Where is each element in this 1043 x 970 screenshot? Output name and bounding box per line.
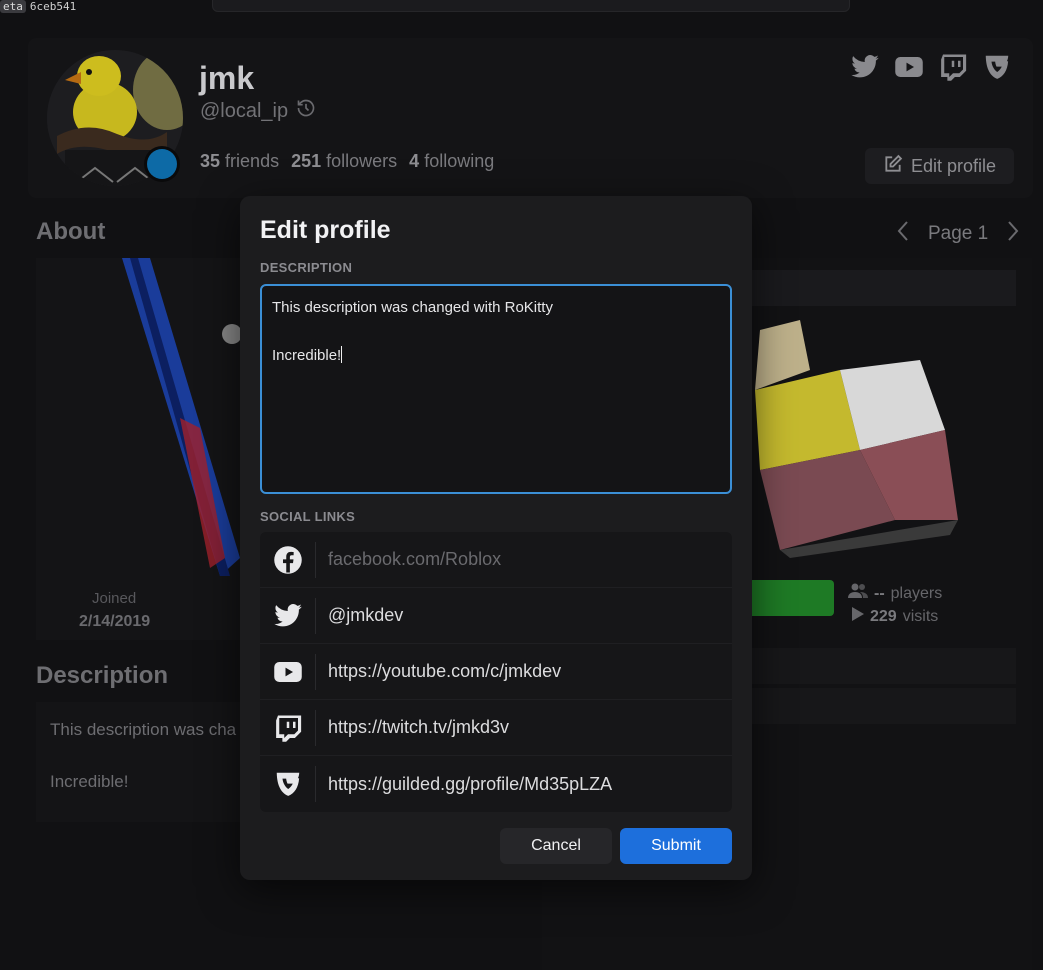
social-link-twitter <box>260 588 732 644</box>
twitch-link-input[interactable] <box>316 700 732 755</box>
social-links-list <box>260 532 732 812</box>
description-line <box>272 320 720 344</box>
twitter-icon <box>260 597 316 634</box>
username: @local_ip <box>200 98 316 124</box>
youtube-link-input[interactable] <box>316 644 732 699</box>
description-text-line1: This description was cha <box>50 720 237 739</box>
guilded-icon <box>260 766 316 802</box>
description-label: DESCRIPTION <box>260 260 353 275</box>
game-info-row <box>740 688 1016 724</box>
profile-stats: 35 friends 251 followers 4 following <box>200 151 494 172</box>
display-name: jmk <box>199 60 255 96</box>
page-label: Page 1 <box>928 223 989 244</box>
followers-stat[interactable]: 251 followers <box>291 151 397 172</box>
twitch-icon <box>260 709 316 746</box>
username-text: @local_ip <box>200 99 289 122</box>
online-status-indicator <box>144 146 180 182</box>
social-link-twitch <box>260 700 732 756</box>
visits-count: 229 visits <box>852 607 938 626</box>
pagination: Page 1 <box>896 220 1020 248</box>
social-link-guilded <box>260 756 732 812</box>
edit-profile-label: Edit profile <box>910 155 997 176</box>
guilded-icon[interactable] <box>982 52 1012 82</box>
edit-profile-modal: Edit profile DESCRIPTION This descriptio… <box>240 196 752 880</box>
friends-stat[interactable]: 35 friends <box>200 151 279 172</box>
twitch-icon[interactable] <box>938 52 968 82</box>
next-page-icon[interactable] <box>1006 220 1020 248</box>
joined-value: 2/14/2019 <box>79 613 151 630</box>
facebook-icon <box>260 541 316 578</box>
users-icon <box>848 583 868 604</box>
following-stat[interactable]: 4 following <box>409 151 494 172</box>
edit-profile-button[interactable]: Edit profile <box>865 148 1014 184</box>
cancel-button[interactable]: Cancel <box>500 828 612 864</box>
avatar-render-image <box>120 258 240 576</box>
social-link-facebook <box>260 532 732 588</box>
description-title: Description <box>36 662 169 689</box>
history-icon[interactable] <box>296 98 316 124</box>
prev-page-icon[interactable] <box>896 220 910 248</box>
game-title-bar <box>740 270 1016 306</box>
build-tag: eta 6ceb541 <box>0 0 77 13</box>
youtube-icon <box>260 653 316 690</box>
edit-icon <box>883 154 903 179</box>
build-hash: 6ceb541 <box>29 0 77 13</box>
play-button[interactable] <box>740 580 834 616</box>
joined-label: Joined <box>92 590 137 607</box>
players-count: -- players <box>848 583 942 604</box>
twitter-icon[interactable] <box>850 52 880 82</box>
description-text-line2: Incredible! <box>50 772 129 791</box>
description-textarea[interactable]: This description was changed with RoKitt… <box>260 284 732 494</box>
play-icon <box>852 607 864 626</box>
social-links-label: SOCIAL LINKS <box>260 509 356 524</box>
guilded-link-input[interactable] <box>316 756 732 812</box>
description-line: This description was changed with RoKitt… <box>272 299 553 316</box>
game-info-row <box>740 648 1016 684</box>
social-link-youtube <box>260 644 732 700</box>
text-caret <box>341 346 343 363</box>
submit-button[interactable]: Submit <box>620 828 732 864</box>
youtube-icon[interactable] <box>894 52 924 82</box>
beta-badge: eta <box>0 0 26 13</box>
facebook-link-input[interactable] <box>316 532 732 587</box>
profile-social-icons <box>850 52 1012 82</box>
about-title: About <box>36 218 106 245</box>
description-line: Incredible! <box>272 346 343 364</box>
game-thumbnail[interactable] <box>740 310 1016 560</box>
modal-title: Edit profile <box>260 216 391 244</box>
search-bar[interactable] <box>212 0 850 12</box>
twitter-link-input[interactable] <box>316 588 732 643</box>
